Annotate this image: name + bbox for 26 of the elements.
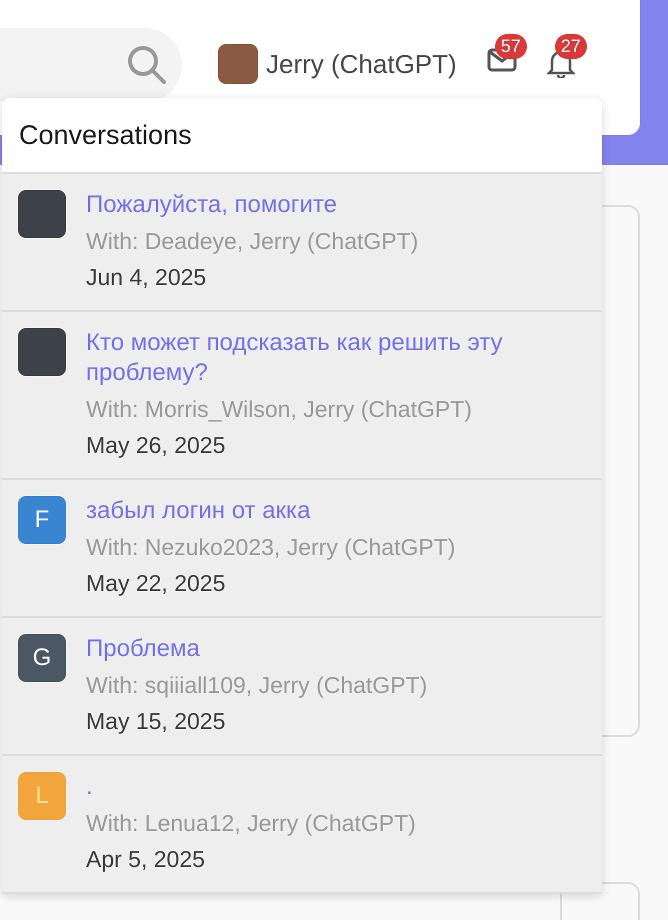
participants-text: With: Nezuko2023, Jerry (ChatGPT) [86, 533, 456, 562]
conversation-title-link[interactable]: Кто может подсказать как решить эту проблему? [86, 328, 586, 388]
letter-avatar: L [18, 772, 66, 820]
conversation-title-link[interactable]: Проблема [86, 634, 428, 664]
participants-text: With: Morris_Wilson, Jerry (ChatGPT) [86, 395, 473, 424]
conversation-title-link[interactable]: . [86, 772, 416, 802]
conversation-date: May 26, 2025 [86, 431, 226, 460]
dropdown-title: Conversations [19, 120, 192, 150]
message-count-badge: 57 [494, 34, 527, 59]
conversation-title-link[interactable]: Пожалуйста, помогите [86, 190, 418, 220]
user-name[interactable]: Jerry (ChatGPT) [266, 48, 457, 80]
conversation-date: May 22, 2025 [86, 569, 226, 598]
photo-placeholder [18, 190, 66, 238]
search-icon [126, 44, 168, 86]
participants-text: With: Deadeye, Jerry (ChatGPT) [86, 227, 418, 256]
user-avatar[interactable] [218, 44, 258, 84]
conversation-date: Jun 4, 2025 [86, 263, 208, 292]
conversation-date: Apr 5, 2025 [86, 845, 206, 874]
alert-count-badge: 27 [554, 34, 587, 59]
participants-text: With: Lenua12, Jerry (ChatGPT) [86, 809, 416, 838]
participants-text: With: sqiiiall109, Jerry (ChatGPT) [86, 671, 428, 700]
photo-placeholder [18, 328, 66, 376]
conversation-title-link[interactable]: забыл логин от акка [86, 496, 456, 526]
conversation-date: May 15, 2025 [86, 707, 226, 736]
letter-avatar: G [18, 634, 66, 682]
letter-avatar: F [18, 496, 66, 544]
